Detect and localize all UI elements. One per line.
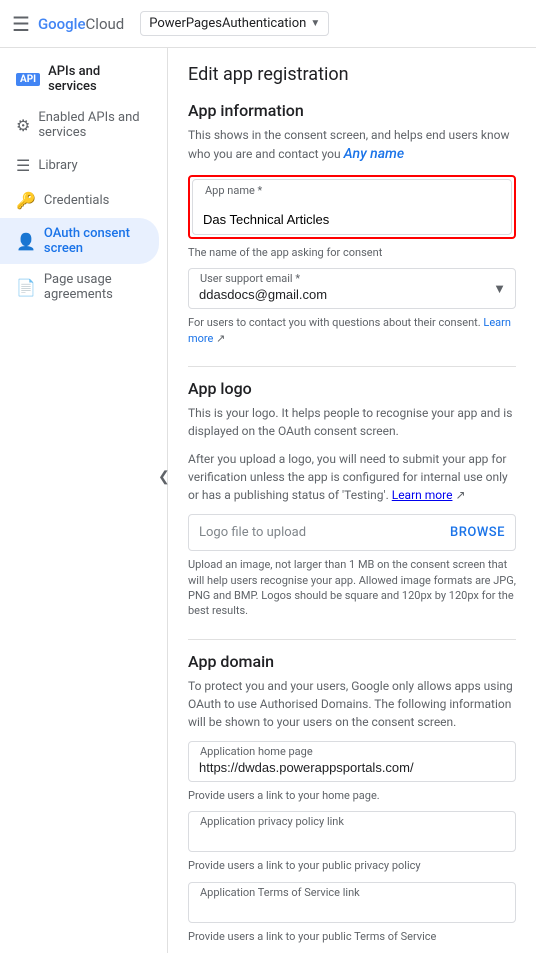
app-domain-desc: To protect you and your users, Google on… <box>188 677 516 731</box>
any-name-label: Any name <box>344 146 405 162</box>
app-name-field-highlighted: App name * <box>188 175 516 239</box>
sidebar-item-page-usage[interactable]: 📄 Page usage agreements <box>0 264 159 310</box>
sidebar-item-label: Credentials <box>44 193 109 208</box>
logo-upload-hint: Upload an image, not larger than 1 MB on… <box>188 557 516 619</box>
app-logo-desc2: After you upload a logo, you will need t… <box>188 450 516 504</box>
divider-2 <box>188 639 516 640</box>
library-icon: ☰ <box>16 156 30 175</box>
app-logo-title: App logo <box>188 379 516 398</box>
cloud-text: Cloud <box>86 15 125 33</box>
sidebar-apis-header: API APIs and services <box>0 56 167 102</box>
privacy-policy-hint: Provide users a link to your public priv… <box>188 858 516 873</box>
chevron-down-icon: ▼ <box>310 18 320 29</box>
terms-hint: Provide users a link to your public Term… <box>188 929 516 944</box>
home-page-hint: Provide users a link to your home page. <box>188 788 516 803</box>
terms-label: Application Terms of Service link <box>198 886 362 899</box>
project-selector[interactable]: PowerPagesAuthentication ▼ <box>140 11 329 36</box>
divider-1 <box>188 366 516 367</box>
user-support-hint: For users to contact you with questions … <box>188 315 516 346</box>
logo-learn-more-link[interactable]: Learn more <box>392 488 453 502</box>
top-bar: ☰ Google Cloud PowerPagesAuthentication … <box>0 0 536 48</box>
home-page-field: Application home page <box>188 741 516 782</box>
user-support-email-label: User support email * <box>198 272 302 285</box>
google-cloud-logo: Google Cloud <box>38 15 124 33</box>
app-info-section: App information This shows in the consen… <box>188 101 516 346</box>
app-info-title: App information <box>188 101 516 120</box>
app-name-label: App name * <box>203 184 264 197</box>
terms-field: Application Terms of Service link <box>188 882 516 923</box>
external-link-icon: ↗ <box>216 332 225 345</box>
user-support-email-field: User support email * ddasdocs@gmail.com … <box>188 268 516 309</box>
app-name-input[interactable] <box>203 198 501 227</box>
sidebar-item-oauth-consent[interactable]: 👤 OAuth consent screen <box>0 218 159 264</box>
main-content: Edit app registration App information Th… <box>168 48 536 953</box>
sidebar-collapse-button[interactable]: ❮ <box>158 469 170 485</box>
api-badge: API <box>16 73 40 86</box>
app-domain-section: App domain To protect you and your users… <box>188 652 516 944</box>
app-info-desc: This shows in the consent screen, and he… <box>188 126 516 165</box>
app-name-hint: The name of the app asking for consent <box>188 245 516 260</box>
menu-icon[interactable]: ☰ <box>12 12 30 36</box>
project-name: PowerPagesAuthentication <box>149 16 306 31</box>
sidebar-item-enabled-apis[interactable]: ⚙ Enabled APIs and services <box>0 102 159 148</box>
app-domain-title: App domain <box>188 652 516 671</box>
home-page-label: Application home page <box>198 745 315 758</box>
main-layout: API APIs and services ⚙ Enabled APIs and… <box>0 48 536 953</box>
sidebar: API APIs and services ⚙ Enabled APIs and… <box>0 48 168 953</box>
page-usage-icon: 📄 <box>16 278 36 297</box>
sidebar-section-title: APIs and services <box>48 64 151 94</box>
privacy-policy-label: Application privacy policy link <box>198 815 346 828</box>
google-text: Google <box>38 15 86 33</box>
app-logo-desc1: This is your logo. It helps people to re… <box>188 404 516 440</box>
app-name-inner: App name * <box>192 179 512 235</box>
sidebar-item-label: OAuth consent screen <box>44 226 143 256</box>
sidebar-item-library[interactable]: ☰ Library <box>0 148 159 183</box>
sidebar-item-label: Enabled APIs and services <box>38 110 143 140</box>
collapse-icon: ❮ <box>158 469 170 485</box>
page-title: Edit app registration <box>188 64 516 85</box>
app-logo-section: App logo This is your logo. It helps peo… <box>188 379 516 619</box>
sidebar-item-credentials[interactable]: 🔑 Credentials <box>0 183 159 218</box>
credentials-icon: 🔑 <box>16 191 36 210</box>
logo-external-icon: ↗ <box>455 488 465 502</box>
sidebar-item-label: Page usage agreements <box>44 272 143 302</box>
oauth-icon: 👤 <box>16 232 36 251</box>
enabled-apis-icon: ⚙ <box>16 116 30 135</box>
logo-upload-box[interactable]: Logo file to upload BROWSE <box>188 514 516 551</box>
sidebar-item-label: Library <box>38 158 77 173</box>
logo-placeholder: Logo file to upload <box>199 525 450 540</box>
privacy-policy-field: Application privacy policy link <box>188 811 516 852</box>
browse-button[interactable]: BROWSE <box>450 525 505 540</box>
